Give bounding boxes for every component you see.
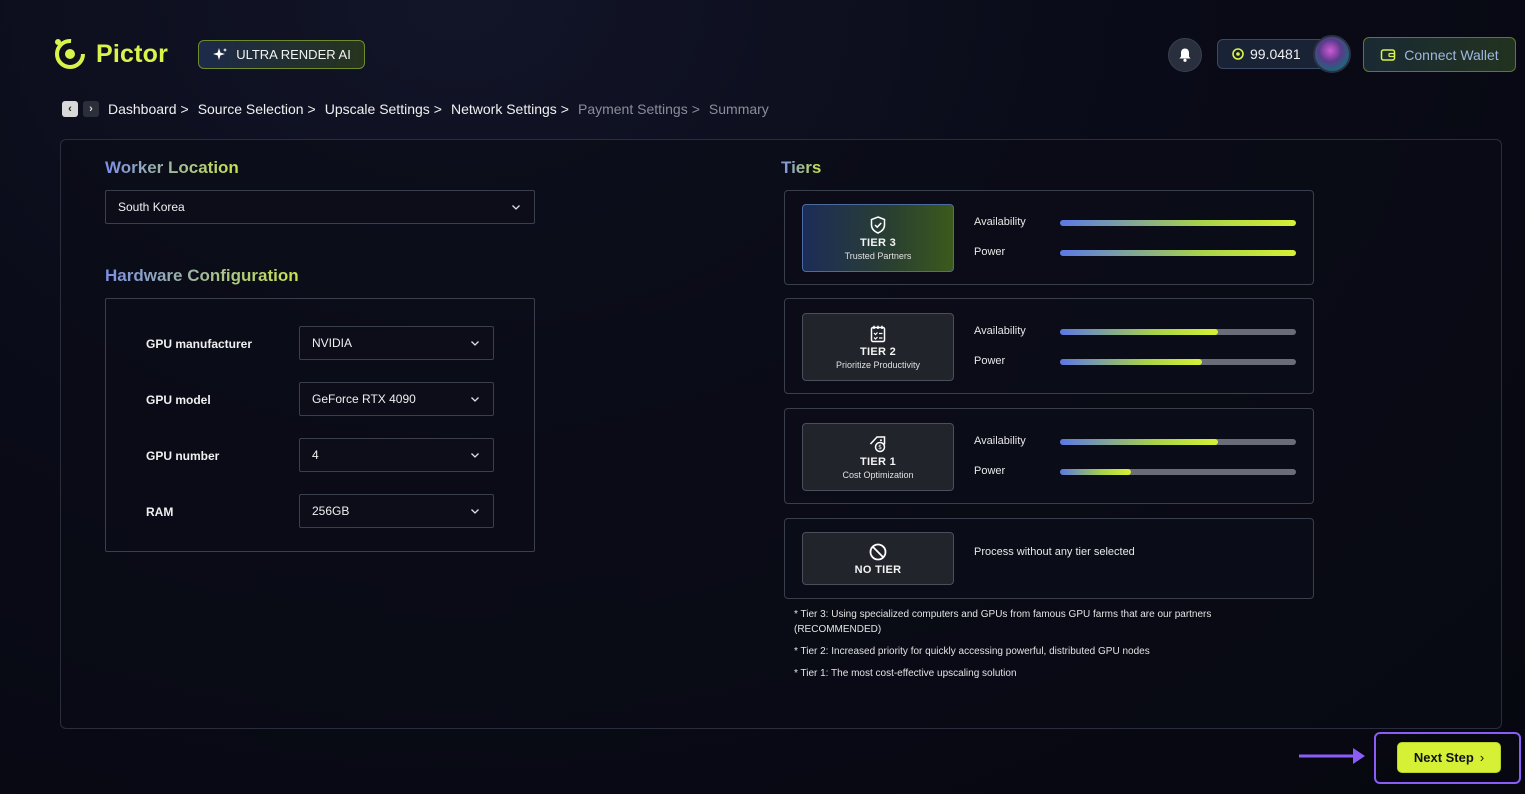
availability-label: Availability (974, 216, 1026, 228)
back-button[interactable]: ‹ (62, 101, 78, 117)
gpu-model-value: GeForce RTX 4090 (312, 392, 416, 406)
shield-check-icon (870, 216, 886, 234)
notifications-button[interactable] (1168, 38, 1202, 72)
chevron-down-icon (471, 397, 479, 402)
svg-text:$: $ (878, 444, 882, 451)
availability-label: Availability (974, 435, 1026, 447)
tier-2-card[interactable]: TIER 2 Prioritize Productivity Availabil… (784, 298, 1314, 394)
no-tier-description: Process without any tier selected (974, 546, 1135, 558)
ram-label: RAM (146, 505, 174, 519)
user-avatar[interactable] (1313, 35, 1351, 73)
prohibited-icon (869, 543, 887, 560)
breadcrumb-separator: > (560, 101, 569, 117)
breadcrumb-separator: > (691, 101, 700, 117)
tier-2-power-bar (1060, 359, 1296, 365)
brand-logo[interactable]: Pictor (52, 36, 168, 72)
no-tier-card[interactable]: NO TIER Process without any tier selecte… (784, 518, 1314, 599)
gpu-manufacturer-select[interactable]: NVIDIA (299, 326, 494, 360)
bell-icon (1179, 48, 1191, 62)
chevron-down-icon (512, 205, 520, 210)
ultra-render-ai-badge[interactable]: ULTRA RENDER AI (198, 40, 365, 69)
gpu-number-value: 4 (312, 448, 319, 462)
tier-1-subtitle: Cost Optimization (842, 470, 914, 480)
checklist-icon (870, 325, 886, 343)
breadcrumb-network-settings[interactable]: Network Settings (451, 101, 557, 117)
tier-3-note: * Tier 3: Using specialized computers an… (794, 609, 1212, 635)
tier-2-name: TIER 2 (859, 346, 897, 358)
forward-button[interactable]: › (83, 101, 99, 117)
power-label: Power (974, 465, 1006, 477)
tier-1-card[interactable]: $ TIER 1 Cost Optimization Availability … (784, 408, 1314, 504)
tiers-title: Tiers (781, 158, 822, 177)
sparkle-icon (213, 47, 228, 60)
availability-label: Availability (974, 325, 1026, 337)
ultra-badge-label: ULTRA RENDER AI (236, 47, 351, 62)
tier-3-power-bar (1060, 250, 1296, 256)
next-step-button[interactable]: Next Step › (1397, 742, 1501, 773)
tier-1-power-bar (1060, 469, 1296, 475)
worker-location-title: Worker Location (105, 158, 239, 177)
chevron-down-icon (471, 341, 479, 346)
coin-icon (1232, 48, 1244, 60)
tier-1-availability-bar (1060, 439, 1296, 445)
wallet-icon (1381, 48, 1396, 61)
tier-2-availability-bar (1060, 329, 1296, 335)
breadcrumb-summary[interactable]: Summary (709, 101, 769, 117)
connect-wallet-button[interactable]: Connect Wallet (1363, 37, 1516, 72)
tier-1-note: * Tier 1: The most cost-effective upscal… (794, 668, 1017, 679)
tier-3-subtitle: Trusted Partners (844, 251, 912, 261)
ram-select[interactable]: 256GB (299, 494, 494, 528)
breadcrumb-upscale-settings[interactable]: Upscale Settings (325, 101, 430, 117)
tier-3-badge[interactable]: TIER 3 Trusted Partners (802, 204, 954, 272)
ram-value: 256GB (312, 504, 350, 518)
tier-1-name: TIER 1 (859, 456, 897, 468)
breadcrumb-separator: > (433, 101, 442, 117)
breadcrumb-separator: > (180, 101, 189, 117)
gpu-model-label: GPU model (146, 393, 211, 407)
worker-location-value: South Korea (118, 200, 185, 214)
chevron-down-icon (471, 509, 479, 514)
gpu-manufacturer-value: NVIDIA (312, 336, 353, 350)
next-step-label: Next Step (1413, 750, 1474, 765)
tier-1-badge[interactable]: $ TIER 1 Cost Optimization (802, 423, 954, 491)
power-label: Power (974, 355, 1006, 367)
gpu-number-select[interactable]: 4 (299, 438, 494, 472)
breadcrumb-separator: > (307, 101, 316, 117)
power-label: Power (974, 246, 1006, 258)
annotation-arrow-icon (1299, 748, 1365, 764)
tier-3-name: TIER 3 (859, 237, 897, 249)
worker-location-select[interactable]: South Korea (105, 190, 535, 224)
breadcrumb-dashboard[interactable]: Dashboard (108, 101, 177, 117)
brand-name: Pictor (96, 39, 169, 68)
tier-notes: * Tier 3: Using specialized computers an… (794, 607, 1264, 688)
hardware-configuration-title: Hardware Configuration (105, 266, 299, 285)
breadcrumb-payment-settings[interactable]: Payment Settings (578, 101, 688, 117)
breadcrumb: Dashboard > Source Selection > Upscale S… (108, 101, 769, 117)
gpu-manufacturer-label: GPU manufacturer (146, 337, 253, 351)
tier-2-note: * Tier 2: Increased priority for quickly… (794, 646, 1150, 657)
gpu-model-select[interactable]: GeForce RTX 4090 (299, 382, 494, 416)
tier-3-availability-bar (1060, 220, 1296, 226)
tier-3-card[interactable]: TIER 3 Trusted Partners Availability Pow… (784, 190, 1314, 285)
gpu-number-label: GPU number (146, 449, 220, 463)
price-tag-icon: $ (869, 436, 886, 453)
chevron-down-icon (471, 453, 479, 458)
history-nav: ‹ › (62, 101, 99, 117)
no-tier-name: NO TIER (854, 563, 902, 576)
pictor-logo-icon (55, 39, 85, 69)
tier-2-badge[interactable]: TIER 2 Prioritize Productivity (802, 313, 954, 381)
tier-2-subtitle: Prioritize Productivity (835, 360, 921, 370)
no-tier-badge[interactable]: NO TIER (802, 532, 954, 585)
breadcrumb-source-selection[interactable]: Source Selection (198, 101, 304, 117)
balance-value: 99.0481 (1250, 46, 1301, 62)
connect-wallet-label: Connect Wallet (1404, 46, 1499, 63)
chevron-right-icon: › (1479, 750, 1485, 765)
